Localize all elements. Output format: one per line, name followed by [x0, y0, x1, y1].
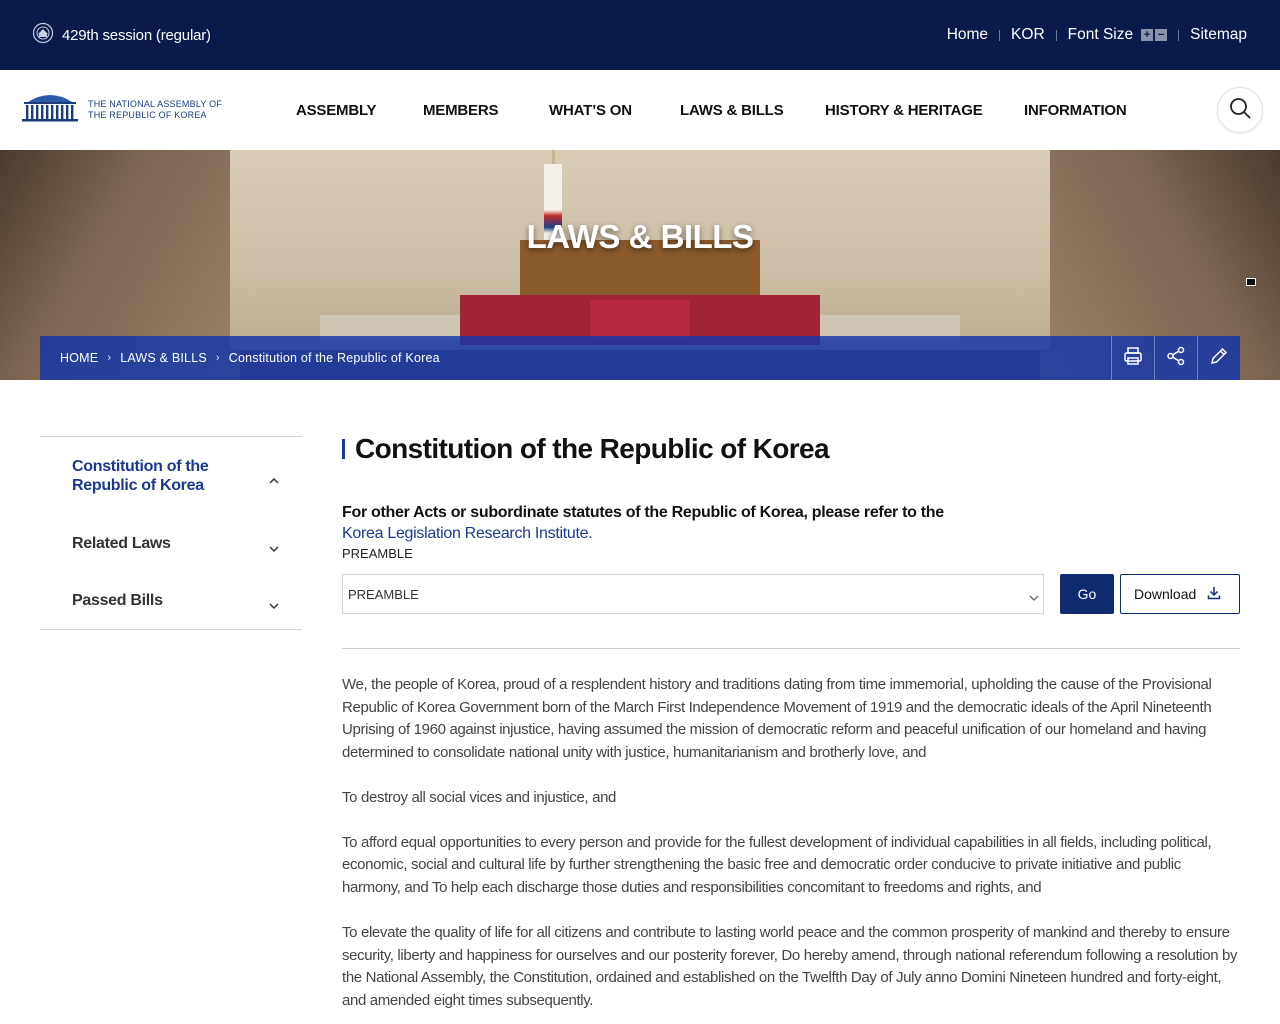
- breadcrumb-bar: HOME › LAWS & BILLS › Constitution of th…: [40, 336, 1240, 380]
- logo-line-2: THE REPUBLIC OF KOREA: [88, 109, 207, 120]
- assembly-building-icon: [20, 90, 80, 129]
- font-size-control: Font Size + −: [1067, 26, 1168, 44]
- chevron-right-icon: ›: [107, 352, 112, 364]
- hero-indicator: [1246, 278, 1256, 286]
- sidebar-item-constitution[interactable]: Constitution of the Republic of Korea: [40, 437, 302, 515]
- hero-banner: LAWS & BILLS HOME › LAWS & BILLS › Const…: [0, 150, 1280, 380]
- print-icon: [1123, 346, 1143, 371]
- hero-title: LAWS & BILLS: [526, 218, 754, 255]
- breadcrumb-current: Constitution of the Republic of Korea: [228, 351, 440, 365]
- session-info: 429th session (regular): [32, 22, 211, 48]
- edit-icon: [1209, 346, 1229, 371]
- main-menu: ASSEMBLY MEMBERS WHAT’S ON LAWS & BILLS …: [296, 70, 1127, 150]
- print-button[interactable]: [1111, 336, 1154, 380]
- share-button[interactable]: [1154, 336, 1197, 380]
- download-button[interactable]: Download: [1120, 574, 1240, 614]
- edit-button[interactable]: [1197, 336, 1240, 380]
- font-size-increase-button[interactable]: +: [1141, 29, 1154, 41]
- side-navigation: Constitution of the Republic of Korea Re…: [40, 436, 302, 630]
- chevron-down-icon: [1029, 590, 1039, 601]
- notice-link-line: Korea Legislation Research Institute.: [342, 523, 944, 544]
- nav-members[interactable]: MEMBERS: [423, 102, 549, 119]
- divider: [1178, 29, 1180, 41]
- divider: [1055, 29, 1057, 41]
- site-logo[interactable]: THE NATIONAL ASSEMBLY OF THE REPUBLIC OF…: [20, 90, 222, 129]
- page-title: Constitution of the Republic of Korea: [342, 430, 1240, 468]
- breadcrumb-home[interactable]: HOME: [60, 351, 98, 365]
- sitemap-link[interactable]: Sitemap: [1190, 26, 1247, 44]
- download-label: Download: [1134, 586, 1197, 602]
- chevron-right-icon: ›: [215, 352, 220, 364]
- logo-text: THE NATIONAL ASSEMBLY OF THE REPUBLIC OF…: [88, 99, 222, 121]
- chevron-down-icon: [268, 597, 280, 609]
- utility-links: Home KOR Font Size + − Sitemap: [947, 22, 1247, 48]
- nav-whats-on[interactable]: WHAT’S ON: [549, 102, 680, 119]
- font-size-label: Font Size: [1067, 26, 1134, 43]
- select-label: PREAMBLE: [342, 546, 413, 561]
- sidebar-item-label: Related Laws: [72, 535, 171, 552]
- notice-line: For other Acts or subordinate statutes o…: [342, 504, 944, 521]
- assembly-emblem-icon: [32, 22, 54, 48]
- content-divider: [342, 648, 1240, 649]
- main-navigation-bar: THE NATIONAL ASSEMBLY OF THE REPUBLIC OF…: [0, 70, 1280, 150]
- breadcrumb: HOME › LAWS & BILLS › Constitution of th…: [60, 336, 440, 380]
- font-size-decrease-button[interactable]: −: [1155, 29, 1168, 41]
- search-icon: [1229, 97, 1251, 124]
- home-link[interactable]: Home: [947, 26, 988, 44]
- sidebar-item-label: Constitution of the Republic of Korea: [72, 458, 209, 494]
- top-utility-bar: 429th session (regular) Home KOR Font Si…: [0, 0, 1280, 70]
- logo-line-1: THE NATIONAL ASSEMBLY OF: [88, 98, 222, 109]
- klri-link[interactable]: Korea Legislation Research Institute: [342, 525, 589, 542]
- nav-information[interactable]: INFORMATION: [1024, 102, 1127, 119]
- download-icon: [1207, 586, 1221, 600]
- kor-link[interactable]: KOR: [1011, 26, 1045, 44]
- preamble-text: We, the people of Korea, proud of a resp…: [342, 674, 1240, 1024]
- nav-history-heritage[interactable]: HISTORY & HERITAGE: [825, 102, 1024, 119]
- article-select[interactable]: PREAMBLE: [342, 574, 1044, 614]
- page-tools: [1111, 336, 1240, 380]
- preamble-paragraph: To elevate the quality of life for all c…: [342, 923, 1238, 1009]
- search-button[interactable]: [1217, 87, 1263, 133]
- notice-end: .: [588, 525, 593, 542]
- sidebar-item-related-laws[interactable]: Related Laws: [40, 515, 302, 572]
- session-label: 429th session (regular): [62, 26, 211, 44]
- select-value: PREAMBLE: [348, 586, 419, 602]
- notice-text: For other Acts or subordinate statutes o…: [342, 502, 944, 544]
- preamble-paragraph: To destroy all social vices and injustic…: [342, 788, 617, 806]
- speaker-podium-center: [590, 300, 690, 340]
- nav-assembly[interactable]: ASSEMBLY: [296, 102, 423, 119]
- sidebar-item-label: Passed Bills: [72, 592, 163, 609]
- nav-laws-bills[interactable]: LAWS & BILLS: [680, 102, 825, 119]
- chevron-down-icon: [268, 540, 280, 552]
- share-icon: [1166, 346, 1186, 371]
- breadcrumb-laws-bills[interactable]: LAWS & BILLS: [120, 351, 207, 365]
- preamble-paragraph: We, the people of Korea, proud of a resp…: [342, 676, 1212, 761]
- divider: [999, 29, 1001, 41]
- sidebar-item-passed-bills[interactable]: Passed Bills: [40, 572, 302, 629]
- chevron-up-icon: [268, 472, 280, 484]
- preamble-paragraph: To afford equal opportunities to every p…: [342, 833, 1212, 896]
- main-content: Constitution of the Republic of Korea Fo…: [342, 430, 1240, 1009]
- go-button[interactable]: Go: [1060, 574, 1114, 614]
